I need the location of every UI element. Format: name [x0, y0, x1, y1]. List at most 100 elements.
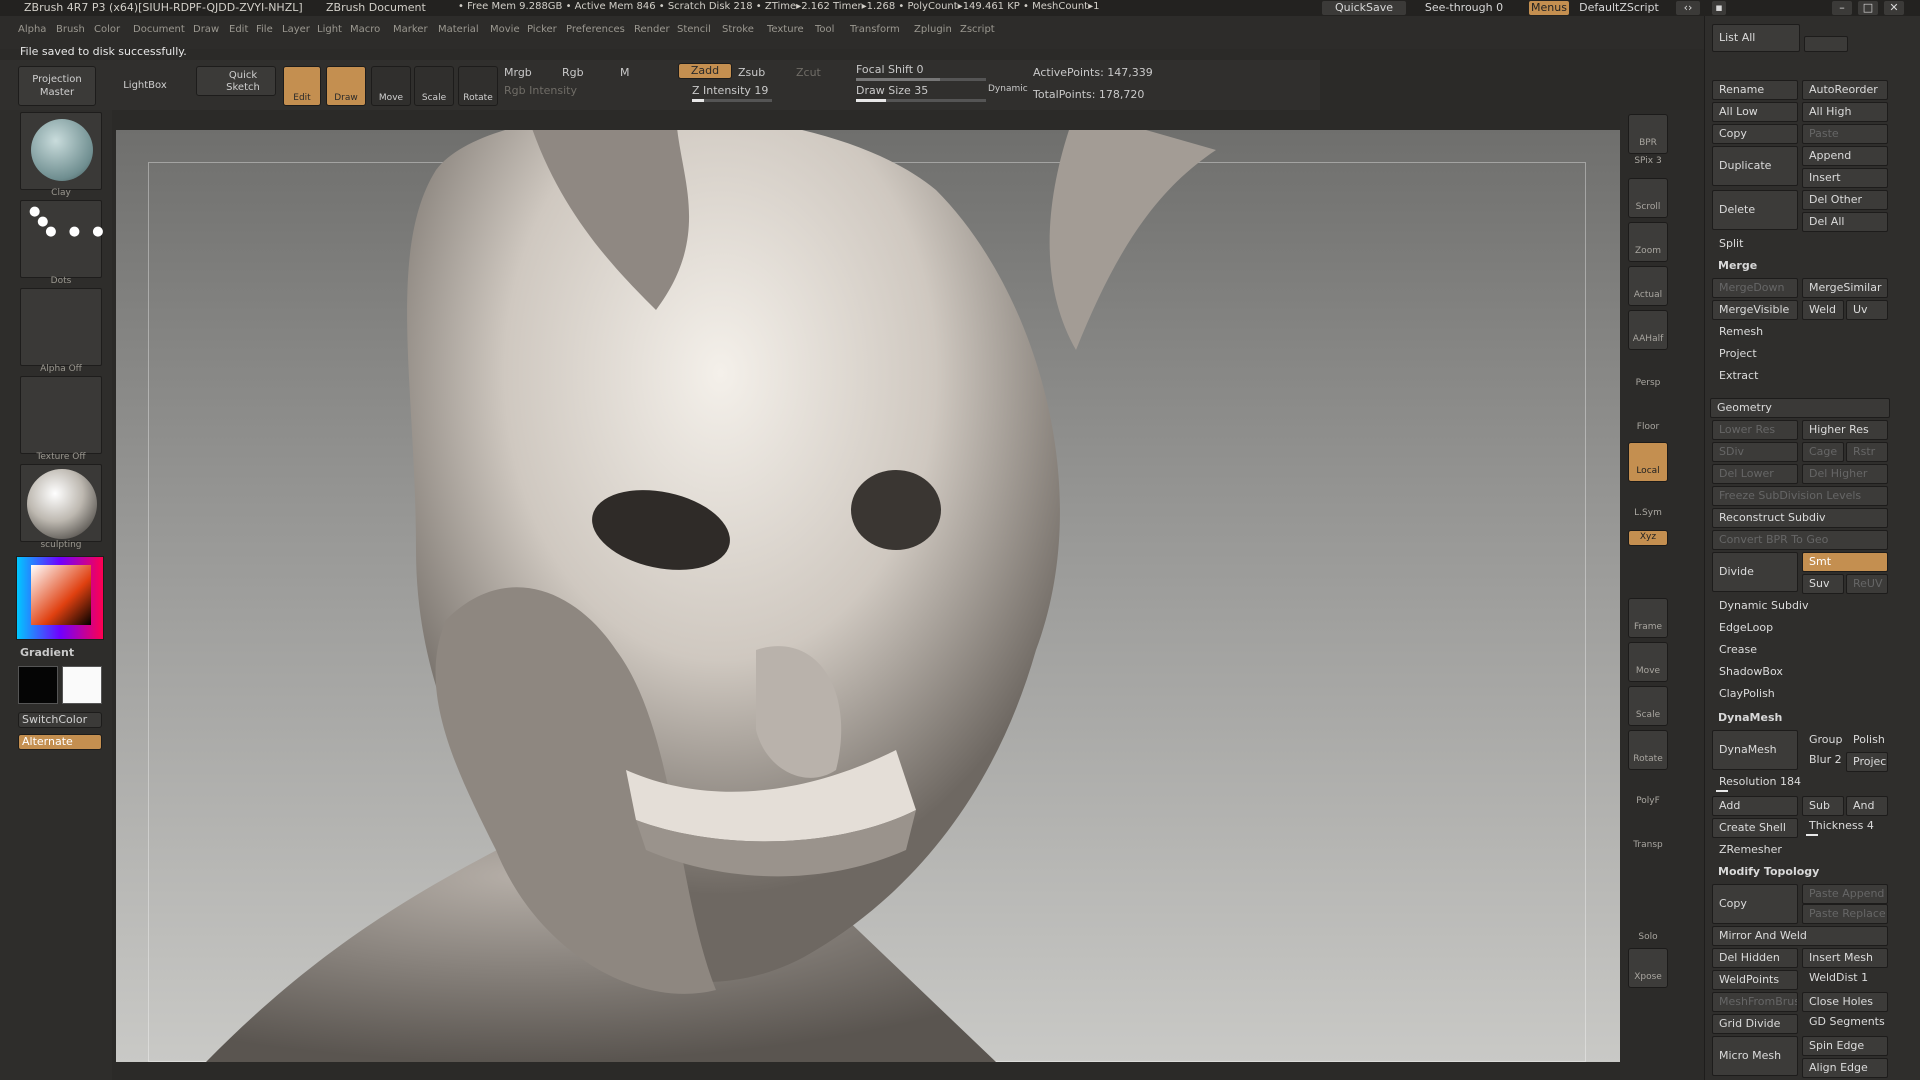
project-menu[interactable]: Project [1712, 344, 1888, 364]
mesh-from-brush-button[interactable]: MeshFromBrush [1712, 992, 1798, 1012]
draw-size-slider[interactable]: Draw Size 35 [856, 84, 928, 97]
focal-shift-slider[interactable]: Focal Shift 0 [856, 63, 924, 76]
move-view-icon[interactable] [1628, 642, 1668, 682]
mirror-and-weld-button[interactable]: Mirror And Weld [1712, 926, 1888, 946]
paste-replace-button[interactable]: Paste Replace [1802, 904, 1888, 924]
rgb-toggle[interactable]: Rgb [562, 66, 584, 79]
xpose-icon[interactable] [1628, 948, 1668, 988]
del-all-button[interactable]: Del All [1802, 212, 1888, 232]
local-symmetry-icon[interactable] [1628, 442, 1668, 482]
mergedown-button[interactable]: MergeDown [1712, 278, 1798, 298]
del-hidden-button[interactable]: Del Hidden [1712, 948, 1798, 968]
and-button[interactable]: And [1846, 796, 1888, 816]
del-higher-button[interactable]: Del Higher [1802, 464, 1888, 484]
copy-subtool-button[interactable]: Copy [1712, 124, 1798, 144]
zremesher-menu[interactable]: ZRemesher [1712, 840, 1888, 860]
split-menu[interactable]: Split [1712, 234, 1888, 254]
m-toggle[interactable]: M [620, 66, 630, 79]
menu-macro[interactable]: Macro [350, 24, 380, 35]
dynamic-toggle[interactable]: Dynamic [988, 84, 1028, 94]
reuv-toggle[interactable]: ReUV [1846, 574, 1888, 594]
move-mode-button[interactable]: Move [371, 66, 411, 106]
modify-topology-header[interactable]: Modify Topology [1718, 865, 1819, 878]
paste-subtool-button[interactable]: Paste [1802, 124, 1888, 144]
lower-res-button[interactable]: Lower Res [1712, 420, 1798, 440]
alternate-toggle[interactable]: Alternate [18, 734, 102, 750]
menu-light[interactable]: Light [317, 24, 342, 35]
list-all-button[interactable]: List All [1712, 24, 1800, 52]
gradient-toggle[interactable]: Gradient [20, 646, 74, 659]
dynamesh-section-header[interactable]: DynaMesh [1718, 711, 1782, 724]
menu-movie[interactable]: Movie [490, 24, 520, 35]
draw-mode-button[interactable]: Draw [326, 66, 366, 106]
add-button[interactable]: Add [1712, 796, 1798, 816]
document-canvas[interactable] [116, 130, 1620, 1062]
create-shell-button[interactable]: Create Shell [1712, 818, 1798, 838]
close-icon[interactable]: ✕ [1884, 1, 1904, 15]
welddist-slider[interactable]: WeldDist 1 [1802, 968, 1888, 988]
divide-button[interactable]: Divide [1712, 552, 1798, 592]
z-intensity-slider[interactable]: Z Intensity 19 [692, 84, 768, 97]
menu-transform[interactable]: Transform [850, 24, 900, 35]
dynamesh-button[interactable]: DynaMesh [1712, 730, 1798, 770]
color-square[interactable] [31, 565, 91, 625]
menu-texture[interactable]: Texture [767, 24, 804, 35]
delete-button[interactable]: Delete [1712, 190, 1798, 230]
menu-stroke[interactable]: Stroke [722, 24, 754, 35]
stroke-thumbnail[interactable]: ● ● ● ● ● [20, 200, 104, 278]
quick-sketch-button[interactable]: Quick Sketch [196, 66, 276, 96]
crease-menu[interactable]: Crease [1712, 640, 1888, 660]
cage-button[interactable]: Cage [1802, 442, 1844, 462]
aahalf-icon[interactable] [1628, 310, 1668, 350]
smt-toggle[interactable]: Smt [1802, 552, 1888, 572]
menu-layer[interactable]: Layer [282, 24, 310, 35]
mrgb-toggle[interactable]: Mrgb [504, 66, 532, 79]
thickness-track[interactable] [1806, 834, 1818, 836]
sdiv-slider[interactable]: SDiv [1712, 442, 1798, 462]
scroll-hand-icon[interactable] [1628, 178, 1668, 218]
menu-stencil[interactable]: Stencil [677, 24, 711, 35]
menu-picker[interactable]: Picker [527, 24, 557, 35]
menus-toggle[interactable]: Menus [1529, 1, 1569, 15]
project-toggle[interactable]: Projec [1846, 752, 1888, 772]
rename-button[interactable]: Rename [1712, 80, 1798, 100]
remesh-menu[interactable]: Remesh [1712, 322, 1888, 342]
menu-file[interactable]: File [256, 24, 273, 35]
mergesimilar-button[interactable]: MergeSimilar [1802, 278, 1888, 298]
menu-draw[interactable]: Draw [193, 24, 219, 35]
autoreorder-button[interactable]: AutoReorder [1802, 80, 1888, 100]
menu-preferences[interactable]: Preferences [566, 24, 625, 35]
reconstruct-subdiv-button[interactable]: Reconstruct Subdiv [1712, 508, 1888, 528]
menu-marker[interactable]: Marker [393, 24, 428, 35]
groups-toggle[interactable]: Groups [1802, 730, 1844, 750]
menu-brush[interactable]: Brush [56, 24, 85, 35]
append-button[interactable]: Append [1802, 146, 1888, 166]
paste-append-button[interactable]: Paste Append [1802, 884, 1888, 904]
lightbox-button[interactable]: LightBox [100, 66, 190, 106]
menu-document[interactable]: Document [133, 24, 185, 35]
all-low-button[interactable]: All Low [1712, 102, 1798, 122]
rotate-mode-button[interactable]: Rotate [458, 66, 498, 106]
grid-divide-button[interactable]: Grid Divide [1712, 1014, 1798, 1034]
maximize-icon[interactable]: □ [1858, 1, 1878, 15]
sub-button[interactable]: Sub [1802, 796, 1844, 816]
arrow-left-icon[interactable]: ‹› [1676, 1, 1700, 15]
thickness-slider[interactable]: Thickness 4 [1802, 816, 1888, 836]
merge-section-header[interactable]: Merge [1718, 259, 1757, 272]
material-thumbnail[interactable] [20, 464, 102, 542]
align-edge-button[interactable]: Align Edge [1802, 1058, 1888, 1078]
del-lower-button[interactable]: Del Lower [1712, 464, 1798, 484]
rstr-button[interactable]: Rstr [1846, 442, 1888, 462]
minimize-icon[interactable]: – [1832, 1, 1852, 15]
del-other-button[interactable]: Del Other [1802, 190, 1888, 210]
convert-bpr-button[interactable]: Convert BPR To Geo [1712, 530, 1888, 550]
rgb-intensity-slider[interactable]: Rgb Intensity [504, 84, 577, 97]
menu-render[interactable]: Render [634, 24, 670, 35]
freeze-subdiv-button[interactable]: Freeze SubDivision Levels [1712, 486, 1888, 506]
z-intensity-track[interactable] [692, 99, 772, 102]
scale-mode-button[interactable]: Scale [414, 66, 454, 106]
skull-sculpt-mesh[interactable] [116, 130, 1620, 1062]
zcut-toggle[interactable]: Zcut [796, 66, 821, 79]
blur-slider[interactable]: Blur 2 [1802, 750, 1844, 770]
menu-color[interactable]: Color [94, 24, 120, 35]
